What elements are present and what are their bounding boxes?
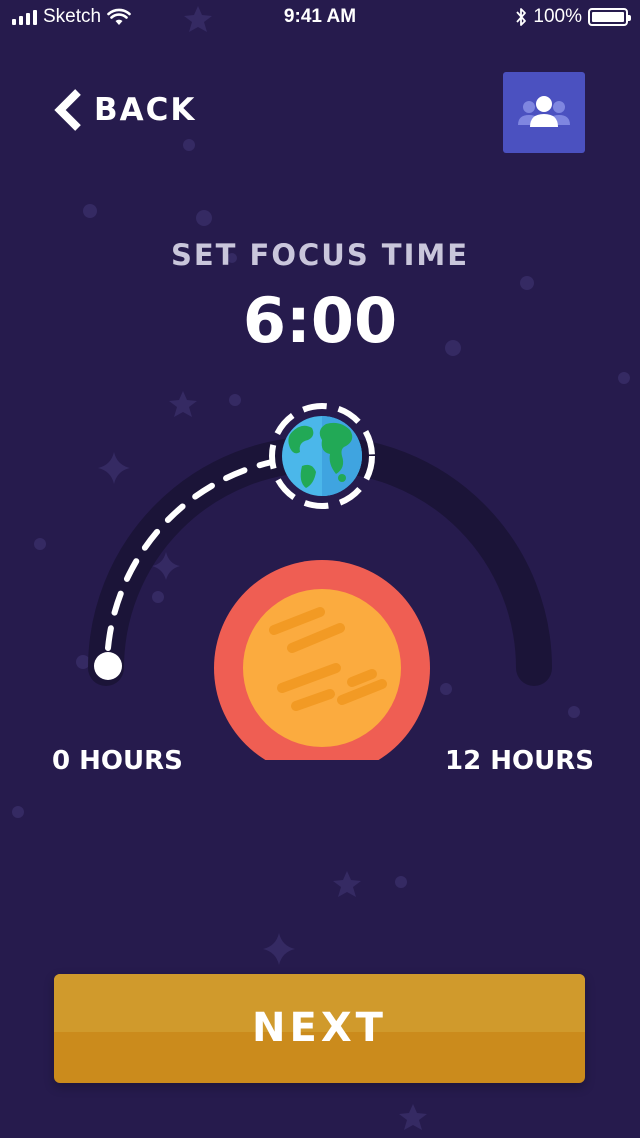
battery-icon bbox=[588, 8, 631, 26]
friends-button[interactable] bbox=[503, 72, 585, 153]
status-bar: Sketch 9:41 AM 100% bbox=[0, 0, 640, 40]
back-label: BACK bbox=[94, 92, 197, 128]
focus-time-slider[interactable] bbox=[0, 380, 640, 760]
bluetooth-icon bbox=[516, 8, 527, 26]
slider-min-label: 0 HOURS bbox=[52, 746, 183, 776]
slider-start-knob bbox=[94, 652, 122, 680]
status-right: 100% bbox=[515, 6, 631, 28]
earth-slider-handle[interactable] bbox=[269, 403, 375, 509]
battery-percent: 100% bbox=[533, 6, 582, 27]
focus-time-value: 6:00 bbox=[242, 284, 398, 357]
next-button-label: NEXT bbox=[252, 1005, 387, 1051]
slider-max-label: 12 HOURS bbox=[445, 746, 594, 776]
page-title: SET FOCUS TIME bbox=[170, 238, 470, 272]
chevron-left-icon bbox=[54, 89, 81, 131]
sun-icon bbox=[214, 560, 430, 760]
group-users-icon bbox=[518, 95, 570, 127]
back-button[interactable]: BACK bbox=[52, 88, 196, 132]
next-button[interactable]: NEXT bbox=[54, 974, 585, 1083]
